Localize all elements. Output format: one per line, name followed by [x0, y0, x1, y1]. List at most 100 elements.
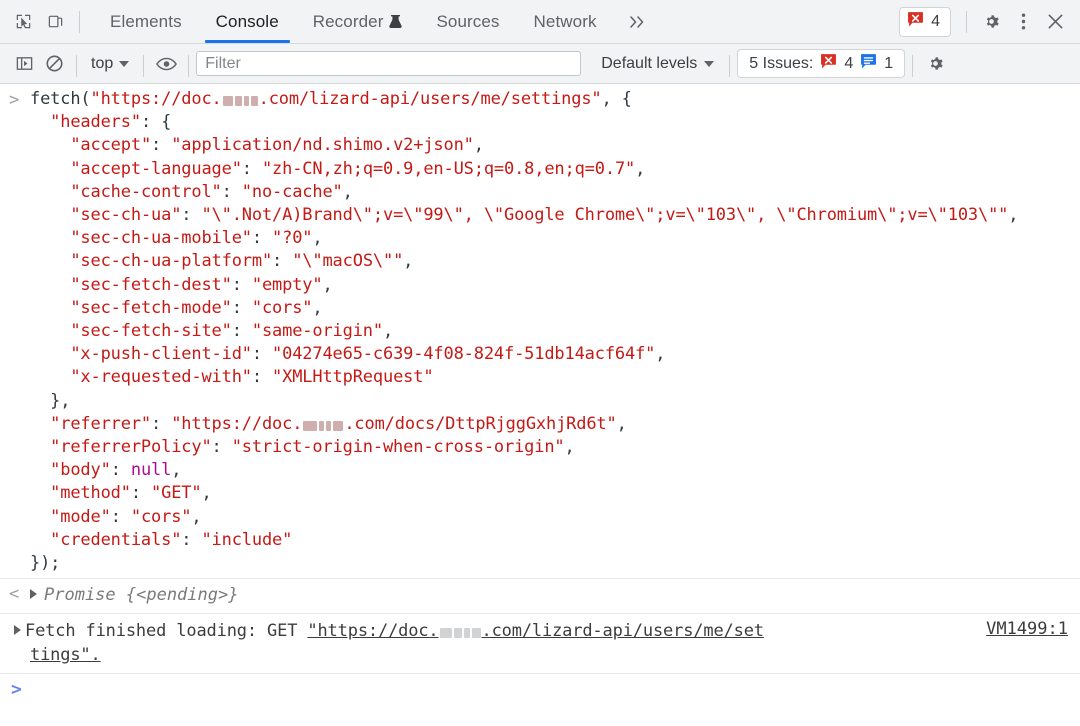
code-string: "GET" — [151, 483, 202, 504]
code-string: "credentials" — [50, 529, 182, 550]
code-string: "zh-CN,zh;q=0.9,en-US;q=0.8,en;q=0.7" — [261, 158, 636, 179]
redacted-domain-block — [463, 628, 470, 639]
devtools-tabbar: Elements Console Recorder Sources Networ… — [0, 0, 1080, 44]
tab-network[interactable]: Network — [517, 0, 614, 43]
toolbar-separator-right — [966, 11, 967, 33]
code-string: "cors" — [251, 297, 313, 318]
code-punctuation: : — [231, 297, 252, 318]
code-punctuation: : — [211, 437, 232, 458]
code-string: "empty" — [251, 274, 323, 295]
result-value: Promise {<pending>} — [44, 585, 239, 606]
log-text: Fetch finished loading: GET "https://doc… — [14, 619, 1068, 667]
console-prompt-row[interactable]: > — [0, 674, 1080, 705]
source-location-link[interactable]: VM1499:1 — [986, 619, 1068, 639]
execution-context-value: top — [91, 54, 114, 72]
code-punctuation: : — [110, 460, 131, 481]
kebab-menu-icon[interactable] — [1008, 7, 1038, 37]
issues-info-count: 1 — [884, 54, 894, 72]
error-count-value: 4 — [931, 12, 940, 30]
filterbar-separator-4 — [729, 55, 731, 77]
code-punctuation: }, — [50, 390, 71, 411]
redacted-domain-block — [439, 628, 452, 639]
log-levels-selector[interactable]: Default levels — [593, 52, 722, 76]
live-expression-icon[interactable] — [151, 49, 181, 79]
console-sidebar-icon[interactable] — [9, 49, 39, 79]
code-punctuation: : — [151, 413, 172, 434]
code-string: "sec-ch-ua" — [70, 205, 182, 226]
code-string: "no-cache" — [241, 181, 343, 202]
code-string: "mode" — [50, 506, 111, 527]
code-string: "body" — [50, 460, 111, 481]
code-punctuation: : — [181, 205, 202, 226]
code-punctuation: , — [312, 228, 323, 249]
code-punctuation: , — [403, 251, 414, 272]
code-punctuation: : — [231, 321, 252, 342]
filterbar-separator-5 — [912, 55, 914, 77]
code-string: "XMLHttpRequest" — [272, 367, 434, 388]
console-log-message: VM1499:1 Fetch finished loading: GET "ht… — [0, 614, 1080, 674]
code-punctuation: : { — [140, 112, 172, 133]
code-punctuation: : — [272, 251, 293, 272]
code-string: "sec-fetch-mode" — [70, 297, 232, 318]
code-string: "https://doc. — [171, 413, 303, 434]
code-string: "sec-ch-ua-platform" — [70, 251, 273, 272]
redacted-domain-block — [326, 420, 332, 431]
log-levels-value: Default levels — [601, 54, 698, 72]
code-string: "x-push-client-id" — [70, 344, 252, 365]
more-tabs-button[interactable] — [614, 0, 662, 43]
code-string: "https://doc. — [90, 89, 222, 109]
code-string: "sec-ch-ua-mobile" — [70, 228, 252, 249]
inspect-cursor-icon[interactable] — [8, 7, 38, 37]
console-message-list[interactable]: > fetch("https://doc. .com/lizard-api/use… — [0, 85, 1080, 726]
redacted-domain-block — [333, 420, 344, 431]
prompt-caret-icon: > — [11, 679, 22, 701]
expand-triangle-icon[interactable] — [14, 625, 21, 636]
gear-icon[interactable] — [920, 49, 950, 79]
input-marker: > — [9, 90, 20, 110]
tab-sources[interactable]: Sources — [419, 0, 516, 43]
chevron-down-icon — [704, 60, 715, 67]
error-count-badge[interactable]: 4 — [899, 6, 951, 37]
code-punctuation: , — [564, 437, 575, 458]
code-punctuation: : — [181, 529, 202, 550]
code-punctuation: : — [251, 344, 273, 365]
execution-context-selector[interactable]: top — [84, 52, 136, 76]
redacted-domain-block — [471, 628, 481, 639]
gear-icon[interactable] — [976, 7, 1006, 37]
code-string: "?0" — [272, 228, 313, 249]
code-string: .com/docs/DttpRjggGxhjRd6t" — [344, 413, 617, 434]
code-string: "method" — [50, 483, 131, 504]
code-string: "x-requested-with" — [70, 367, 252, 388]
tab-console[interactable]: Console — [199, 0, 296, 43]
code-string: "same-origin" — [251, 321, 383, 342]
tabbar-spacer — [662, 0, 899, 43]
code-punctuation: , — [171, 460, 182, 481]
console-prompt-input[interactable] — [30, 680, 1042, 705]
redacted-domain-block — [250, 96, 258, 106]
expand-triangle-icon[interactable] — [30, 589, 37, 600]
command-source: fetch("https://doc. .com/lizard-api/users… — [30, 88, 1080, 575]
filterbar-separator-1 — [76, 55, 77, 77]
code-string: "cors" — [130, 506, 192, 527]
code-keyword: null — [130, 460, 172, 481]
filter-input[interactable] — [196, 51, 582, 76]
code-punctuation: : — [130, 483, 152, 504]
code-punctuation: : — [251, 367, 273, 388]
code-punctuation: fetch( — [30, 89, 91, 109]
tab-recorder[interactable]: Recorder — [296, 0, 420, 43]
tab-elements-label: Elements — [110, 11, 182, 31]
code-punctuation: , — [616, 413, 627, 434]
tab-recorder-label: Recorder — [312, 11, 384, 31]
close-icon[interactable] — [1040, 7, 1070, 37]
error-icon — [907, 11, 924, 33]
device-toggle-icon[interactable] — [40, 7, 70, 37]
issues-badge[interactable]: 5 Issues: 4 1 — [737, 49, 906, 78]
code-punctuation: , — [635, 158, 646, 179]
code-string: "\"macOS\"" — [292, 251, 404, 272]
tabbar-right-tools: 4 — [899, 0, 1080, 43]
tab-elements[interactable]: Elements — [93, 0, 199, 43]
code-punctuation: , — [382, 321, 394, 342]
log-prefix: Fetch finished loading: GET — [25, 621, 308, 642]
code-punctuation: , — [473, 135, 484, 156]
clear-console-icon[interactable] — [39, 49, 69, 79]
